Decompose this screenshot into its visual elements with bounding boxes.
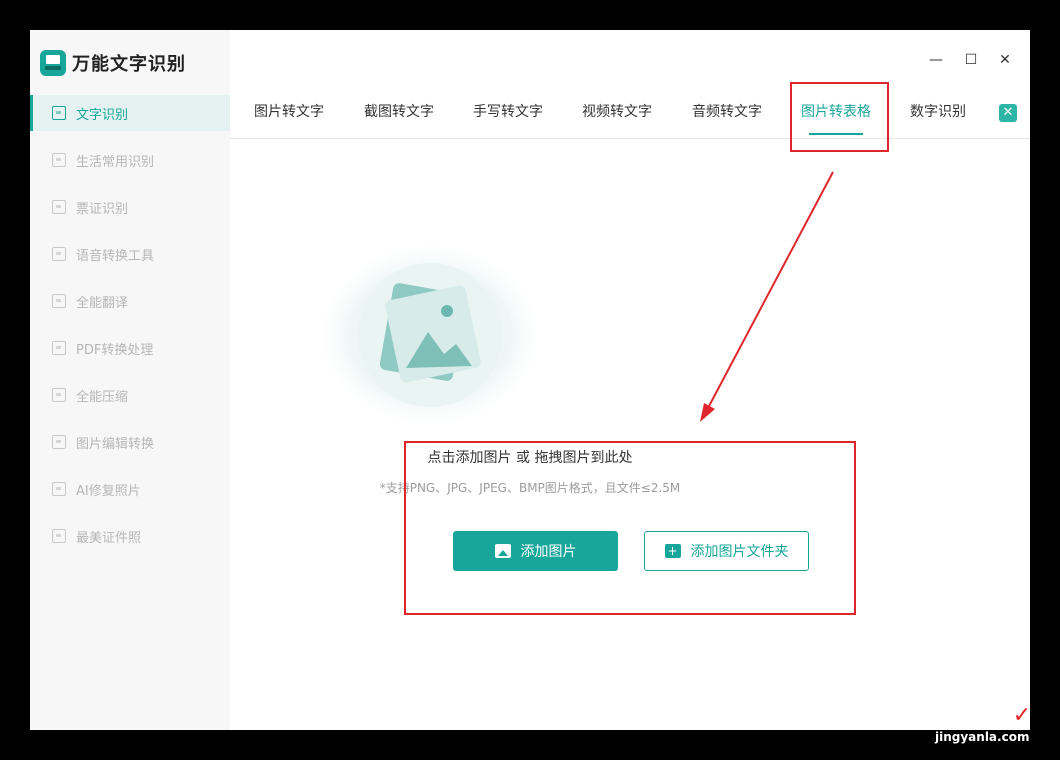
annotation-arrow xyxy=(700,171,834,422)
site-watermark: 经验啦 ✓ jingyanla.com xyxy=(935,703,1033,744)
